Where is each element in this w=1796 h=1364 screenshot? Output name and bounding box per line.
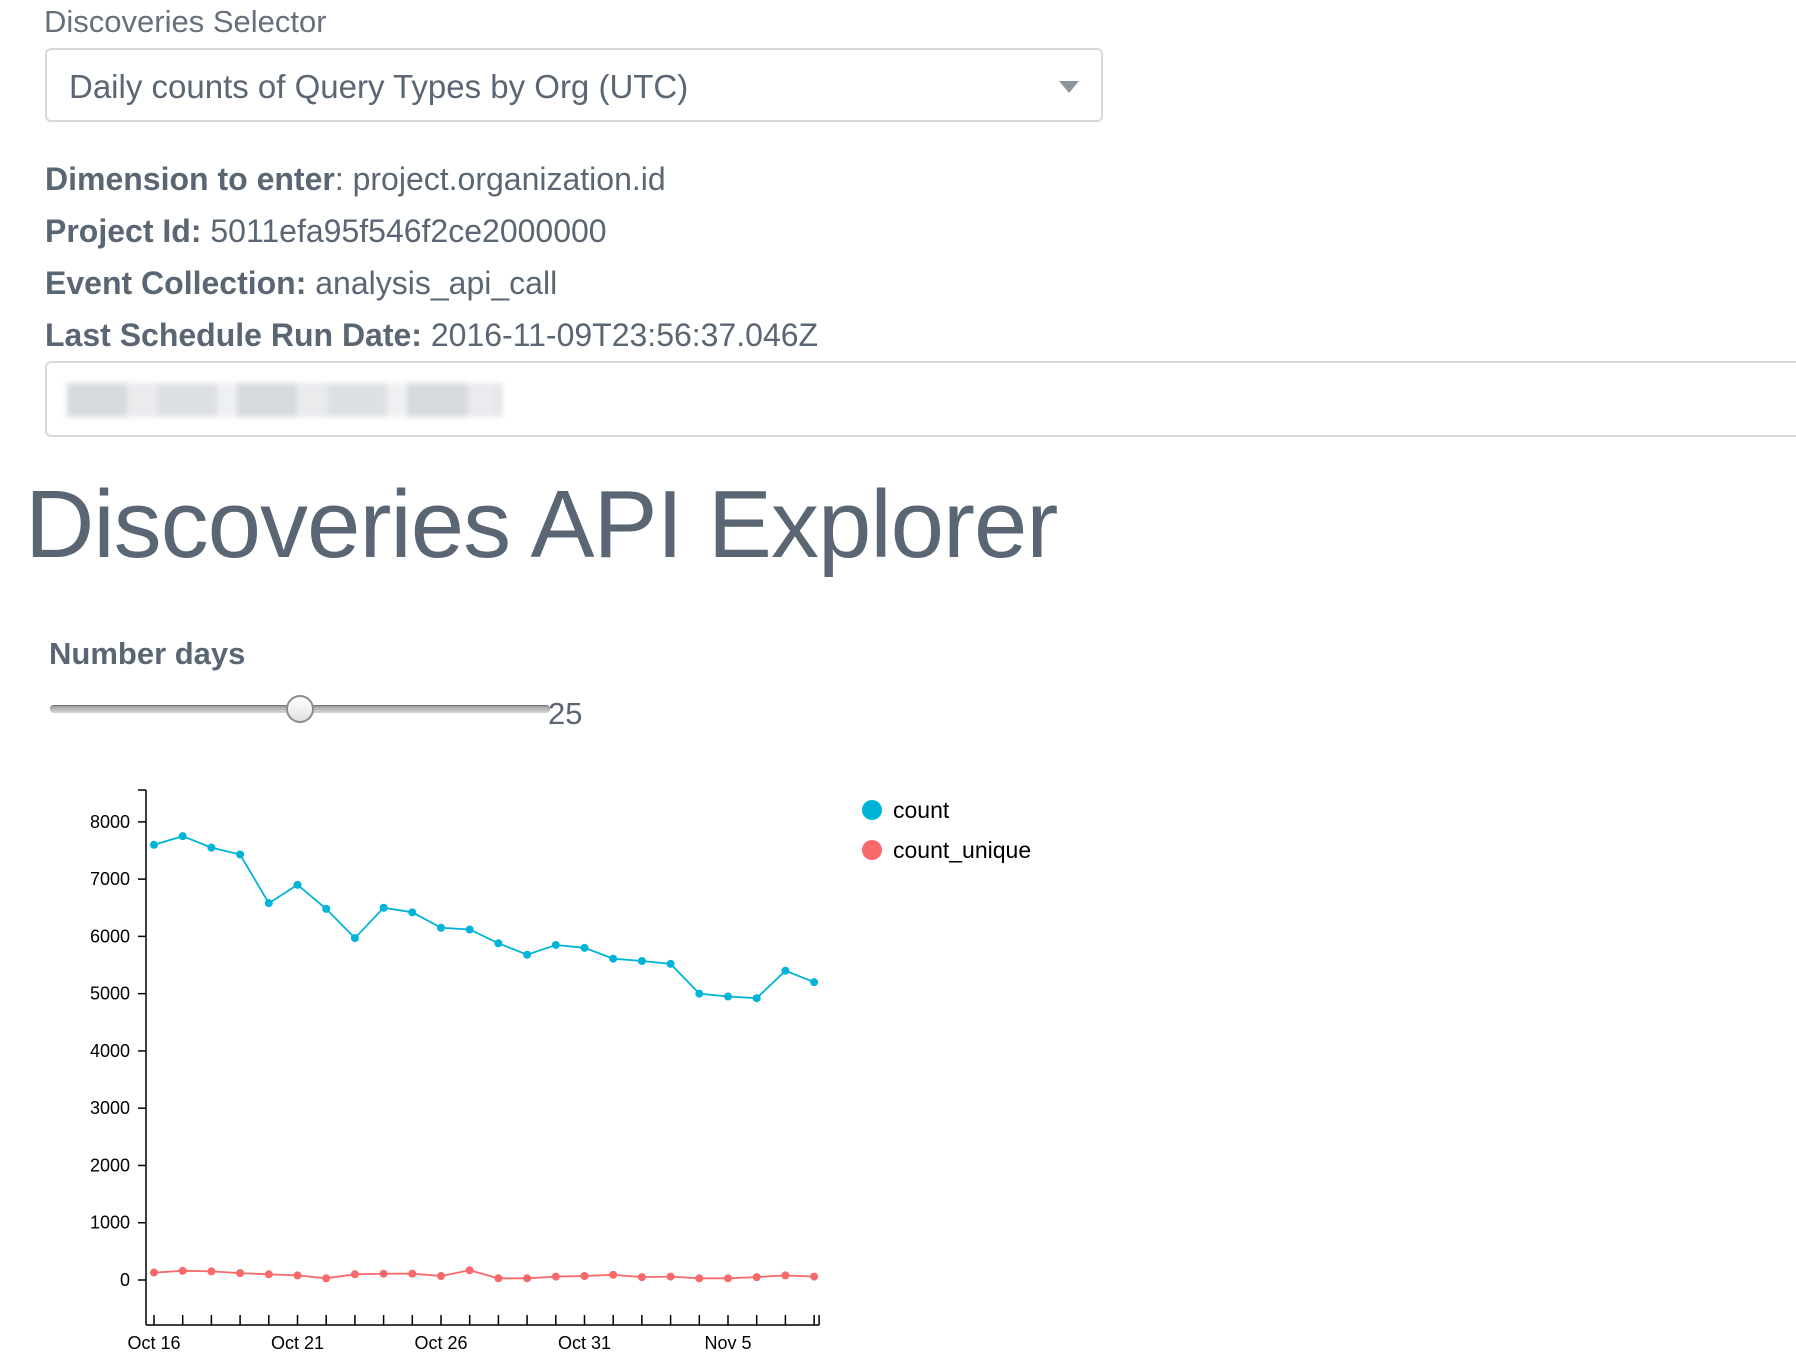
- chart-legend: count count_unique: [862, 797, 1031, 863]
- data-point: [293, 880, 302, 889]
- last-run-date-line: Last Schedule Run Date: 2016-11-09T23:56…: [45, 317, 818, 354]
- data-point: [580, 1271, 589, 1280]
- slider-value: 25: [548, 696, 583, 731]
- dimension-label: Dimension to enter: [45, 161, 335, 197]
- data-point: [264, 899, 273, 908]
- x-tick-label: Oct 31: [558, 1333, 611, 1353]
- data-point: [293, 1271, 302, 1280]
- data-point: [178, 832, 187, 841]
- data-point: [465, 1266, 474, 1275]
- slider-label: Number days: [49, 636, 246, 671]
- data-point: [207, 1267, 216, 1276]
- redacted-text-input[interactable]: [45, 361, 1796, 437]
- legend-swatch-count_unique: [862, 840, 882, 860]
- project-id-line: Project Id: 5011efa95f546f2ce2000000: [45, 213, 607, 250]
- y-tick-label: 2000: [90, 1155, 130, 1175]
- y-axis: 0 1000 2000 3000 4000 5000 6000 7000 8000: [90, 789, 147, 1325]
- data-point: [666, 1272, 675, 1281]
- data-point: [523, 1274, 532, 1283]
- y-tick-label: 0: [120, 1270, 130, 1290]
- data-point: [695, 989, 704, 998]
- legend-label-count_unique: count_unique: [893, 837, 1031, 863]
- line-chart: 0 1000 2000 3000 4000 5000 6000 7000 8000 Oct 16…: [90, 789, 1031, 1353]
- data-point: [236, 1269, 245, 1278]
- event-collection-value: analysis_api_call: [306, 265, 558, 301]
- data-point: [322, 904, 331, 913]
- data-point: [781, 1271, 790, 1280]
- data-point: [810, 1272, 819, 1281]
- series-line-count_unique: [153, 1269, 815, 1280]
- data-point: [752, 1273, 761, 1282]
- data-point: [609, 954, 618, 963]
- series-line-count: [153, 835, 815, 1000]
- data-point: [781, 966, 790, 975]
- x-tick-label: Nov 5: [704, 1333, 751, 1353]
- data-point: [724, 992, 732, 1001]
- y-tick-label: 7000: [90, 869, 130, 889]
- data-point: [236, 850, 245, 859]
- x-axis: Oct 16 Oct 21 Oct 26 Oct 31 Nov 5: [127, 1315, 820, 1353]
- dimension-value: : project.organization.id: [334, 161, 666, 197]
- data-point: [379, 1269, 388, 1278]
- data-point: [408, 908, 417, 917]
- data-point: [150, 840, 158, 849]
- series-layer: [150, 832, 819, 1283]
- x-tick-label: Oct 26: [414, 1333, 467, 1353]
- data-point: [437, 1271, 445, 1280]
- data-point: [523, 950, 532, 959]
- last-run-date-value: 2016-11-09T23:56:37.046Z: [421, 317, 819, 353]
- x-tick-label: Oct 16: [127, 1333, 180, 1353]
- y-tick-label: 1000: [90, 1213, 130, 1233]
- data-point: [551, 1272, 560, 1281]
- series-count: [150, 832, 819, 1003]
- y-tick-label: 5000: [90, 984, 130, 1004]
- data-point: [150, 1268, 158, 1277]
- data-point: [178, 1266, 187, 1275]
- data-point: [207, 843, 216, 852]
- data-point: [408, 1269, 417, 1278]
- project-id-value: 5011efa95f546f2ce2000000: [201, 213, 607, 249]
- data-point: [580, 943, 589, 952]
- data-point: [379, 903, 388, 912]
- series-count_unique: [150, 1266, 819, 1283]
- y-tick-label: 6000: [90, 926, 130, 946]
- data-point: [494, 1274, 503, 1283]
- data-point: [350, 1270, 359, 1279]
- data-point: [350, 934, 359, 943]
- last-run-date-label: Last Schedule Run Date:: [45, 317, 422, 353]
- y-tick-label: 3000: [90, 1098, 130, 1118]
- data-point: [637, 957, 646, 966]
- data-point: [609, 1270, 618, 1279]
- event-collection-line: Event Collection: analysis_api_call: [45, 265, 557, 302]
- data-point: [752, 994, 761, 1003]
- dimension-line: Dimension to enter: project.organization…: [45, 161, 666, 198]
- data-point: [465, 925, 474, 934]
- slider-thumb[interactable]: [286, 695, 314, 723]
- data-point: [666, 959, 675, 968]
- y-tick-label: 8000: [90, 812, 130, 832]
- x-tick-label: Oct 21: [271, 1333, 324, 1353]
- redacted-content: [67, 383, 502, 417]
- legend-label-count: count: [893, 797, 950, 823]
- data-point: [494, 939, 503, 948]
- project-id-label: Project Id:: [45, 213, 202, 249]
- page-title: Discoveries API Explorer: [25, 471, 1058, 578]
- select-value: Daily counts of Query Types by Org (UTC): [69, 68, 689, 105]
- legend-swatch-count: [862, 800, 882, 820]
- data-point: [322, 1274, 331, 1283]
- data-point: [264, 1270, 273, 1279]
- data-point: [724, 1274, 732, 1283]
- data-point: [437, 923, 445, 932]
- event-collection-label: Event Collection:: [45, 265, 307, 301]
- chevron-down-icon: [1059, 81, 1079, 93]
- y-tick-label: 4000: [90, 1041, 130, 1061]
- discoveries-select[interactable]: Daily counts of Query Types by Org (UTC): [45, 48, 1103, 122]
- selector-label: Discoveries Selector: [44, 4, 327, 39]
- data-point: [637, 1273, 646, 1282]
- data-point: [551, 940, 560, 949]
- data-point: [695, 1274, 704, 1283]
- data-point: [810, 978, 819, 987]
